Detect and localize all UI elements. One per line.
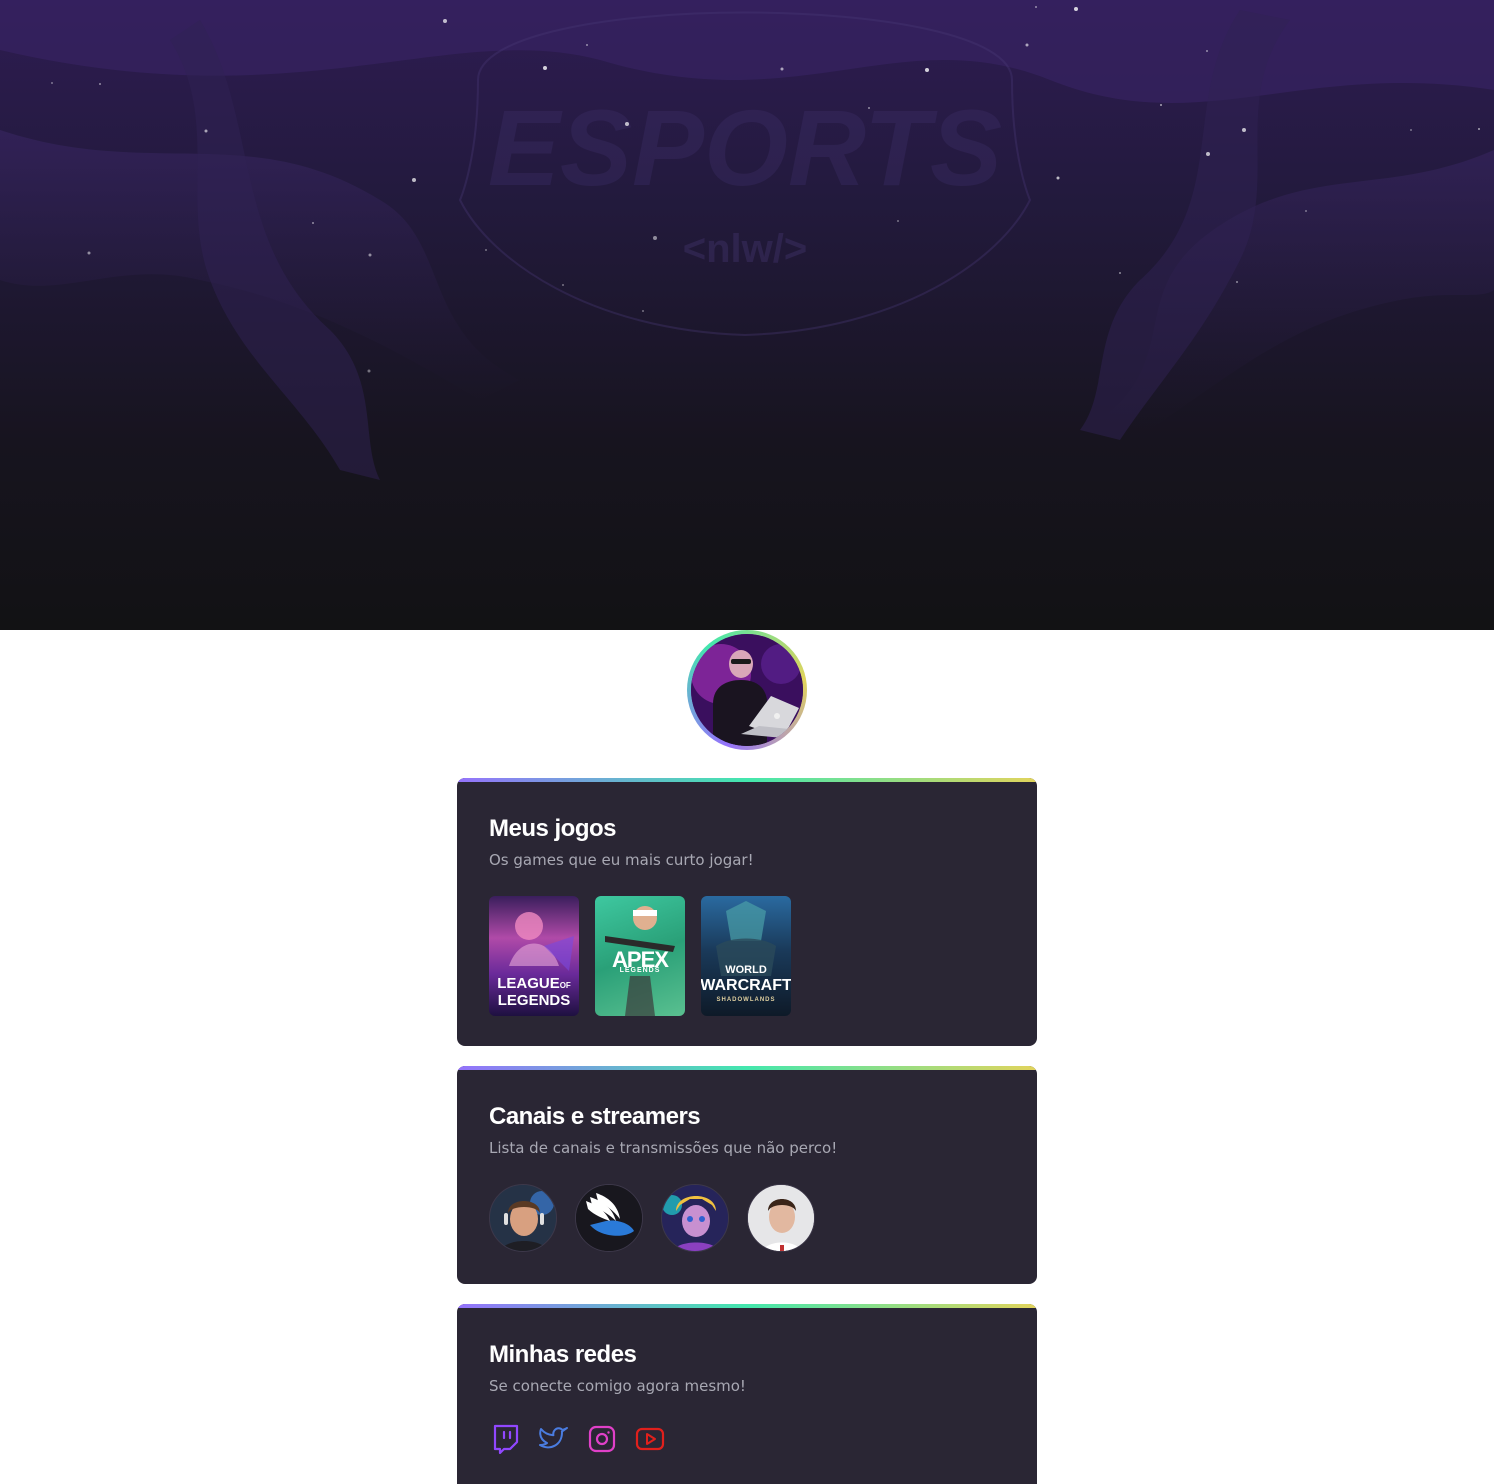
game-world-of-warcraft[interactable]: WORLD WARCRAFT SHADOWLANDS: [701, 896, 791, 1016]
socials-card: Minhas redes Se conecte comigo agora mes…: [457, 1304, 1037, 1484]
games-card: Meus jogos Os games que eu mais curto jo…: [457, 778, 1037, 1046]
game-lol-line1: LEAGUE: [497, 975, 560, 992]
youtube-link[interactable]: [635, 1424, 665, 1454]
streamer-avatar[interactable]: [575, 1184, 643, 1252]
game-league-of-legends[interactable]: LEAGUEOF LEGENDS: [489, 896, 579, 1016]
twitter-icon: [539, 1427, 568, 1449]
games-card-subtitle: Os games que eu mais curto jogar!: [489, 851, 754, 869]
instagram-icon: [588, 1425, 616, 1453]
twitch-icon: [493, 1424, 519, 1454]
streamers-card: Canais e streamers Lista de canais e tra…: [457, 1066, 1037, 1284]
socials-list: [489, 1424, 1005, 1454]
streamer-4-icon: [748, 1185, 814, 1251]
game-wow-line3: SHADOWLANDS: [716, 997, 776, 1003]
streamer-2-icon: [576, 1185, 642, 1251]
instagram-link[interactable]: [587, 1424, 617, 1454]
streamer-avatar[interactable]: [661, 1184, 729, 1252]
profile-avatar: [691, 634, 803, 746]
hero-background-art: ESPORTS <nlw/>: [0, 0, 1494, 480]
streamers-card-title: Canais e streamers: [489, 1103, 701, 1130]
logo-text: ESPORTS: [488, 87, 1002, 208]
games-list: LEAGUEOF LEGENDS APEX LEGENDS WORLD WARC…: [489, 896, 1005, 1016]
streamers-card-subtitle: Lista de canais e transmissões que não p…: [489, 1139, 838, 1157]
profile-avatar-ring: [687, 630, 807, 750]
game-apex-legends[interactable]: APEX LEGENDS: [595, 896, 685, 1016]
gamer-avatar-icon: [691, 634, 803, 746]
games-card-title: Meus jogos: [489, 815, 617, 842]
game-wow-line1: WORLD: [725, 964, 767, 976]
streamer-3-icon: [662, 1185, 728, 1251]
game-lol-line2: LEGENDS: [497, 992, 571, 1009]
twitch-link[interactable]: [491, 1424, 521, 1454]
socials-card-subtitle: Se conecte comigo agora mesmo!: [489, 1377, 746, 1395]
socials-card-title: Minhas redes: [489, 1341, 637, 1368]
streamer-1-icon: [490, 1185, 556, 1251]
youtube-icon: [635, 1427, 665, 1451]
game-wow-line2: WARCRAFT: [701, 977, 791, 994]
streamers-list: [489, 1184, 1005, 1252]
game-apex-line2: LEGENDS: [619, 966, 661, 974]
streamer-avatar[interactable]: [747, 1184, 815, 1252]
hero-banner: ESPORTS <nlw/>: [0, 0, 1494, 630]
twitter-link[interactable]: [539, 1424, 569, 1454]
streamer-avatar[interactable]: [489, 1184, 557, 1252]
game-lol-of: OF: [559, 981, 571, 990]
logo-subtext: <nlw/>: [683, 227, 808, 271]
